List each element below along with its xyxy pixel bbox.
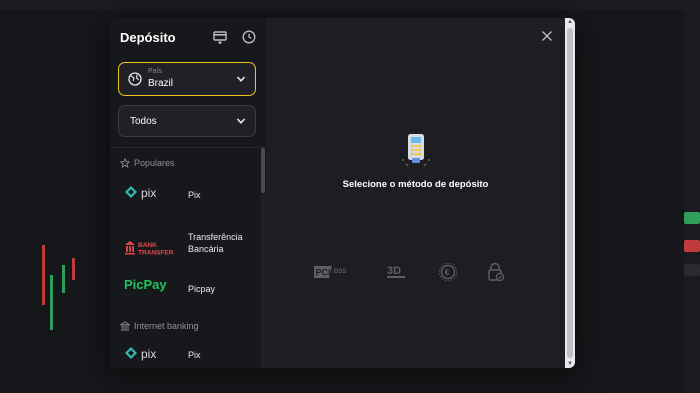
backdrop-candle bbox=[62, 265, 65, 293]
method-name: Pix bbox=[188, 350, 201, 360]
svg-text:pix: pix bbox=[141, 186, 156, 200]
3d-secure-icon: 3D bbox=[387, 265, 405, 278]
backdrop-candle bbox=[50, 275, 53, 330]
lock-check-icon bbox=[488, 262, 505, 282]
deposit-transfer-icon[interactable] bbox=[213, 30, 227, 44]
select-method-prompt: Selecione o método de depósito bbox=[342, 179, 489, 190]
security-badges: PCI DSS 3D € bbox=[314, 262, 519, 286]
backdrop-topbar bbox=[0, 0, 700, 10]
backdrop-candle bbox=[42, 245, 45, 305]
method-name: Picpay bbox=[188, 284, 216, 294]
filter-value: Todos bbox=[130, 116, 157, 127]
scroll-down-arrow[interactable]: ▼ bbox=[567, 361, 573, 367]
modal-scrollbar-thumb[interactable] bbox=[567, 28, 573, 358]
pix-logo: pix bbox=[125, 347, 156, 361]
pix-logo: pix bbox=[125, 186, 156, 200]
modal-title: Depósito bbox=[120, 30, 176, 45]
country-select[interactable]: País Brazil bbox=[118, 62, 256, 96]
method-item-picpay[interactable]: PicPay Picpay bbox=[110, 268, 260, 306]
svg-text:pix: pix bbox=[141, 347, 156, 361]
modal-scrollbar[interactable]: ▲ ▼ bbox=[565, 18, 575, 368]
globe-icon bbox=[128, 72, 142, 86]
method-filter-select[interactable]: Todos bbox=[118, 105, 256, 137]
methods-scrollbar-thumb[interactable] bbox=[261, 148, 265, 193]
country-value: Brazil bbox=[148, 78, 174, 89]
svg-text:TRANSFER: TRANSFER bbox=[138, 250, 174, 257]
pci-dss-icon: PCI DSS bbox=[314, 266, 346, 278]
method-item-bank-transfer[interactable]: BANK TRANSFER Transferência Bancária bbox=[110, 230, 260, 268]
backdrop-chip bbox=[684, 212, 700, 224]
star-icon bbox=[120, 158, 130, 168]
card-terminal-icon bbox=[402, 134, 430, 167]
backdrop-side-panel bbox=[684, 10, 700, 393]
svg-text:BANK: BANK bbox=[138, 242, 157, 249]
bank-transfer-logo: BANK TRANSFER bbox=[125, 241, 174, 257]
svg-text:PicPay: PicPay bbox=[124, 277, 167, 292]
history-clock-icon[interactable] bbox=[242, 30, 256, 44]
method-item-pix[interactable]: pix Pix bbox=[110, 174, 260, 212]
chevron-down-icon bbox=[236, 76, 246, 82]
section-title: Populares bbox=[134, 158, 175, 168]
svg-text:DSS: DSS bbox=[334, 269, 346, 275]
picpay-logo: PicPay bbox=[124, 277, 167, 292]
svg-text:PCI: PCI bbox=[316, 268, 331, 278]
svg-text:€: € bbox=[445, 268, 450, 277]
scroll-up-arrow[interactable]: ▲ bbox=[567, 19, 573, 25]
country-caption: País bbox=[148, 68, 163, 75]
svg-text:3D: 3D bbox=[387, 265, 401, 277]
method-name: Transferência Bancária bbox=[188, 232, 243, 254]
currency-icon: € bbox=[438, 262, 458, 282]
section-title: Internet banking bbox=[134, 321, 199, 331]
chevron-down-icon bbox=[236, 118, 246, 124]
method-detail-pane: Selecione o método de depósito PCI DSS 3… bbox=[266, 18, 565, 368]
backdrop-chip bbox=[684, 240, 700, 252]
bank-icon bbox=[120, 321, 130, 331]
payment-method-list: Populares pix Pix BANK TRANSFER Transfer… bbox=[110, 148, 260, 368]
close-icon[interactable] bbox=[541, 30, 553, 42]
backdrop-chip bbox=[684, 264, 700, 276]
method-item-pix[interactable]: pix Pix bbox=[110, 336, 260, 368]
method-name: Pix bbox=[188, 190, 201, 200]
backdrop-candle bbox=[72, 258, 75, 280]
deposit-modal: Depósito País Brazil Todos Populares pix… bbox=[110, 18, 575, 368]
